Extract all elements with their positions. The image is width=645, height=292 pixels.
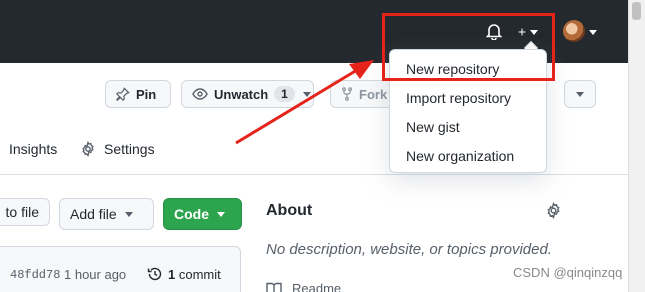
annotation-arrow <box>235 60 374 145</box>
watermark: CSDN @qinqinzqq <box>513 265 623 280</box>
